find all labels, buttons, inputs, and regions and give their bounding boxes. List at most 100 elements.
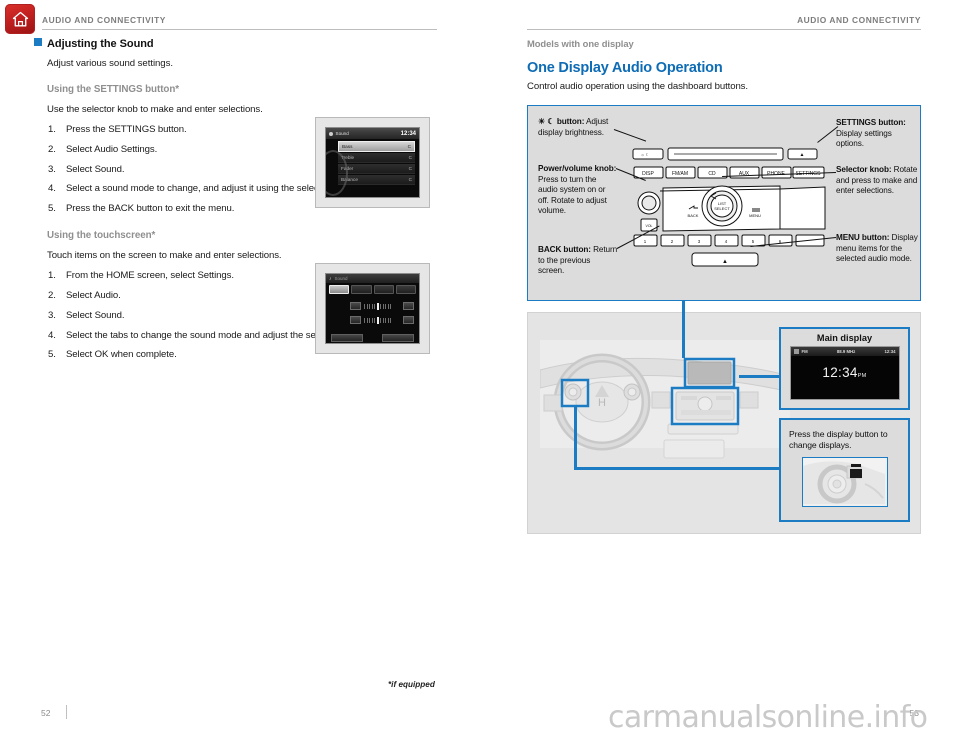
header-rule-right — [527, 29, 921, 30]
speaker-icon — [329, 131, 333, 136]
callout-brightness-label: ☀ ☾ button: — [538, 117, 585, 126]
step-text: Select Sound. — [66, 163, 125, 175]
slider-thumb[interactable] — [376, 316, 379, 324]
increase-button[interactable] — [403, 316, 414, 324]
step-number: 1. — [48, 270, 56, 282]
home-icon[interactable] — [5, 4, 35, 34]
svg-text:DISP: DISP — [642, 171, 654, 177]
tab-bass[interactable] — [329, 285, 350, 294]
table-row[interactable]: Treble C — [338, 153, 415, 163]
radio-frequency: 88.9 MHz — [836, 349, 856, 354]
callout-brightness: ☀ ☾ button: Adjust display brightness. — [538, 117, 616, 138]
header-rule-left — [42, 29, 437, 30]
right-column: Models with one display One Display Audi… — [527, 38, 927, 92]
sound-menu-screen: Sound 12:34 Bass C Treble C Fader C Bala… — [325, 127, 420, 198]
cancel-button[interactable] — [331, 334, 363, 342]
sound-menu-time: 12:34 — [400, 130, 416, 137]
square-bullet-icon — [34, 38, 42, 46]
step-number: 3. — [48, 309, 56, 321]
increase-button[interactable] — [403, 302, 414, 310]
callout-menu-label: MENU button: — [836, 233, 890, 242]
callout-back: BACK button: Return to the previous scre… — [538, 245, 618, 277]
step-number: 2. — [48, 290, 56, 302]
step-text: Select Audio Settings. — [66, 143, 158, 155]
step-text: Press the BACK button to exit the menu. — [66, 203, 235, 215]
step-number: 4. — [48, 183, 56, 195]
running-head-left: AUDIO AND CONNECTIVITY — [42, 15, 166, 25]
watermark: carmanualsonline.info — [608, 700, 928, 735]
svg-text:MENU: MENU — [749, 213, 761, 218]
subsection-1-lead: Use the selector knob to make and enter … — [47, 104, 263, 115]
main-display-clock: 12:34PM — [791, 365, 899, 380]
page-subtitle: Control audio operation using the dashbo… — [527, 81, 748, 92]
sound-menu-title: Sound — [335, 131, 349, 136]
tab-balance[interactable] — [395, 285, 416, 294]
clock-suffix: PM — [857, 373, 867, 379]
step-number: 2. — [48, 143, 56, 155]
manual-page: AUDIO AND CONNECTIVITY AUDIO AND CONNECT… — [0, 0, 960, 738]
touchscreen-tabs — [326, 283, 419, 296]
footnote: *if equipped — [388, 680, 435, 689]
sound-menu-titlebar: Sound 12:34 — [326, 128, 419, 139]
connector-wheel-down — [574, 406, 577, 469]
svg-text:H: H — [598, 397, 606, 409]
step-text: Select Sound. — [66, 309, 125, 321]
row-value: C — [408, 166, 412, 171]
slider-track[interactable] — [364, 316, 400, 324]
svg-text:SELECT: SELECT — [714, 206, 730, 211]
ok-button[interactable] — [382, 334, 414, 342]
main-display-screen: FM 88.9 MHz 12:34 12:34PM — [789, 346, 900, 400]
display-button-callout-box: Press the display button to change displ… — [779, 418, 910, 522]
clock-value: 12:34 — [822, 365, 858, 380]
section-heading-row: Adjusting the Sound — [34, 38, 434, 50]
tab-fader[interactable] — [373, 285, 394, 294]
svg-text:VOL: VOL — [645, 224, 652, 228]
decrease-button[interactable] — [350, 302, 361, 310]
step-text: Select a sound mode to change, and adjus… — [66, 183, 356, 195]
screenshot-touchscreen: ♪ Sound — [315, 263, 430, 354]
main-display-title: Main display — [816, 333, 873, 343]
slider-track[interactable] — [364, 302, 400, 310]
step-number: 4. — [48, 329, 56, 341]
step-text: Select the tabs to change the sound mode… — [66, 329, 336, 341]
callout-back-label: BACK button: — [538, 245, 591, 254]
section-intro: Adjust various sound settings. — [47, 58, 173, 69]
svg-text:FM/AM: FM/AM — [672, 171, 688, 177]
step-number: 1. — [48, 124, 56, 135]
callout-settings-text: Display settings options. — [836, 128, 892, 149]
step-number: 5. — [48, 349, 56, 361]
callout-selector-knob: Selector knob: Rotate and press to make … — [836, 165, 918, 197]
table-row[interactable]: Bass C — [338, 141, 415, 152]
callout-settings: SETTINGS button: Display settings option… — [836, 118, 918, 150]
callout-power-volume-text: Press to turn the audio system on or off… — [538, 174, 607, 216]
connector-headunit-to-top — [682, 301, 685, 358]
svg-text:▲: ▲ — [722, 259, 728, 265]
touchscreen-footer — [326, 330, 419, 342]
main-display-callout-box: Main display FM 88.9 MHz 12:34 12:34PM — [779, 327, 910, 410]
slider-row — [331, 302, 414, 310]
svg-text:☼ ☾: ☼ ☾ — [641, 152, 649, 157]
touchscreen-screen: ♪ Sound — [325, 273, 420, 344]
table-row[interactable]: Balance C — [338, 175, 415, 185]
status-time: 12:34 — [884, 349, 896, 354]
screenshot-sound-menu: Sound 12:34 Bass C Treble C Fader C Bala… — [315, 117, 430, 208]
tab-treble[interactable] — [351, 285, 372, 294]
connector-display-to-box — [739, 375, 781, 378]
head-unit-illustration: DISP FM/AM CD AUX PHONE SETTINGS LIST SE… — [630, 141, 830, 272]
row-value: C — [408, 177, 412, 182]
slider-thumb[interactable] — [376, 302, 379, 310]
table-row[interactable]: Fader C — [338, 164, 415, 174]
display-button-instruction: Press the display button to change displ… — [789, 429, 888, 451]
subsection-2-heading: Using the touchscreen* — [47, 230, 156, 242]
row-label: Bass — [342, 144, 353, 149]
decrease-button[interactable] — [350, 316, 361, 324]
page-number-left: 52 — [41, 708, 51, 718]
connector-wheel-right — [574, 467, 782, 470]
subsection-2-lead: Touch items on the screen to make and en… — [47, 250, 282, 262]
svg-text:CD: CD — [708, 171, 716, 177]
touchscreen-sliders — [326, 296, 419, 324]
step-number: 5. — [48, 203, 56, 215]
step-number: 3. — [48, 163, 56, 175]
music-note-icon: ♪ — [329, 275, 332, 282]
step-text: Press the SETTINGS button. — [66, 124, 187, 135]
